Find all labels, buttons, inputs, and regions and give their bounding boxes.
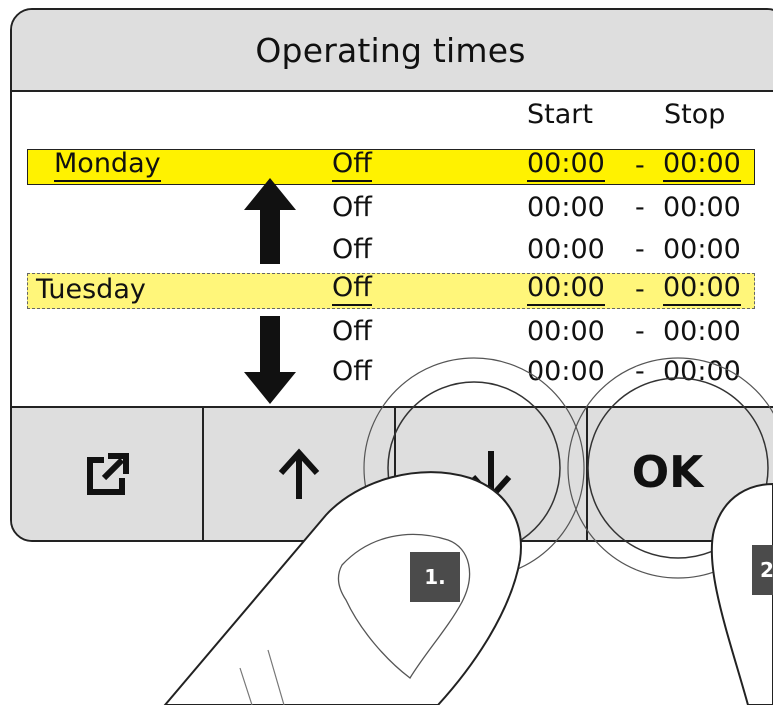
arrow-up-icon xyxy=(278,448,320,499)
day-label: Monday xyxy=(54,148,161,182)
schedule-row[interactable]: Off 00:00 - 00:00 xyxy=(12,354,773,390)
time-separator: - xyxy=(635,150,645,181)
step-1-badge: 1. xyxy=(410,552,460,602)
ok-button[interactable]: OK xyxy=(588,408,773,540)
start-time: 00:00 xyxy=(527,356,605,387)
state-label: Off xyxy=(332,148,372,182)
stop-time: 00:00 xyxy=(663,272,741,306)
state-label: Off xyxy=(332,316,372,347)
column-header-start: Start xyxy=(527,99,593,130)
state-label: Off xyxy=(332,234,372,265)
step-2-label: 2. xyxy=(760,558,773,582)
start-time: 00:00 xyxy=(527,148,605,182)
scroll-up-indicator-icon xyxy=(244,178,296,264)
softkey-bar: OK xyxy=(12,406,773,540)
stop-time: 00:00 xyxy=(663,316,741,347)
schedule-row[interactable]: Tuesday Off 00:00 - 00:00 xyxy=(12,272,773,308)
stop-time: 00:00 xyxy=(663,356,741,387)
down-button[interactable] xyxy=(396,408,588,540)
ok-label: OK xyxy=(631,446,704,498)
step-2-badge: 2. xyxy=(752,545,773,595)
schedule-row[interactable]: Off 00:00 - 00:00 xyxy=(12,190,773,226)
state-label: Off xyxy=(332,192,372,223)
page-title: Operating times xyxy=(255,30,526,70)
export-button[interactable] xyxy=(12,408,204,540)
time-separator: - xyxy=(635,316,645,347)
stop-time: 00:00 xyxy=(663,148,741,182)
time-separator: - xyxy=(635,356,645,387)
start-time: 00:00 xyxy=(527,316,605,347)
export-icon xyxy=(87,453,129,495)
state-label: Off xyxy=(332,356,372,387)
schedule-row[interactable]: Off 00:00 - 00:00 xyxy=(12,314,773,350)
start-time: 00:00 xyxy=(527,272,605,306)
schedule-row[interactable]: Off 00:00 - 00:00 xyxy=(12,232,773,268)
stop-time: 00:00 xyxy=(663,192,741,223)
control-panel-display: Operating times Start Stop Monday Off 00… xyxy=(10,8,773,542)
day-label: Tuesday xyxy=(36,274,146,305)
start-time: 00:00 xyxy=(527,192,605,223)
column-header-stop: Stop xyxy=(664,99,726,130)
schedule-row[interactable]: Monday Off 00:00 - 00:00 xyxy=(12,148,773,184)
arrow-down-icon xyxy=(470,451,512,502)
up-button[interactable] xyxy=(204,408,396,540)
state-label: Off xyxy=(332,272,372,306)
time-separator: - xyxy=(635,274,645,305)
time-separator: - xyxy=(635,192,645,223)
time-separator: - xyxy=(635,234,645,265)
scroll-down-indicator-icon xyxy=(244,316,296,404)
title-bar: Operating times xyxy=(12,10,773,92)
start-time: 00:00 xyxy=(527,234,605,265)
stop-time: 00:00 xyxy=(663,234,741,265)
schedule-list: Start Stop Monday Off 00:00 - 00:00 Off … xyxy=(12,92,773,408)
